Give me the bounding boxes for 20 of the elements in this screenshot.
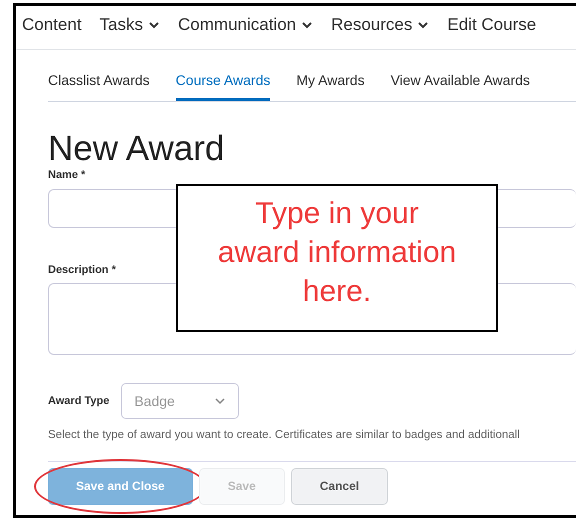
callout-tooltip: Type in your award information here. [176, 184, 498, 332]
action-button[interactable]: Cancel [290, 468, 388, 504]
field-label: Award Type [48, 394, 110, 406]
page-title: New Award [48, 130, 226, 168]
tab[interactable]: View Available Awards [390, 58, 530, 101]
field-label: Description * [48, 264, 117, 276]
field-label: Name * [48, 168, 86, 180]
chevron-down-icon [214, 396, 226, 404]
help-text: Select the type of award you want to create. Certificates are similar to badges and additionall [48, 428, 521, 440]
tab[interactable]: Classlist Awards [48, 58, 150, 101]
nav-menu-item[interactable]: Communication [178, 12, 314, 38]
tab[interactable]: My Awards [296, 58, 365, 101]
chevron-down-icon [301, 21, 314, 29]
nav-menu-item[interactable]: Tasks [100, 12, 160, 38]
chevron-down-icon [148, 21, 160, 29]
nav-menu-item[interactable]: Resources [331, 12, 430, 38]
chevron-down-icon [417, 21, 430, 29]
tab[interactable]: Course Awards [176, 58, 270, 101]
nav-menu-item[interactable]: Content [22, 12, 82, 38]
nav-menu-item[interactable]: Edit Course [447, 12, 536, 38]
